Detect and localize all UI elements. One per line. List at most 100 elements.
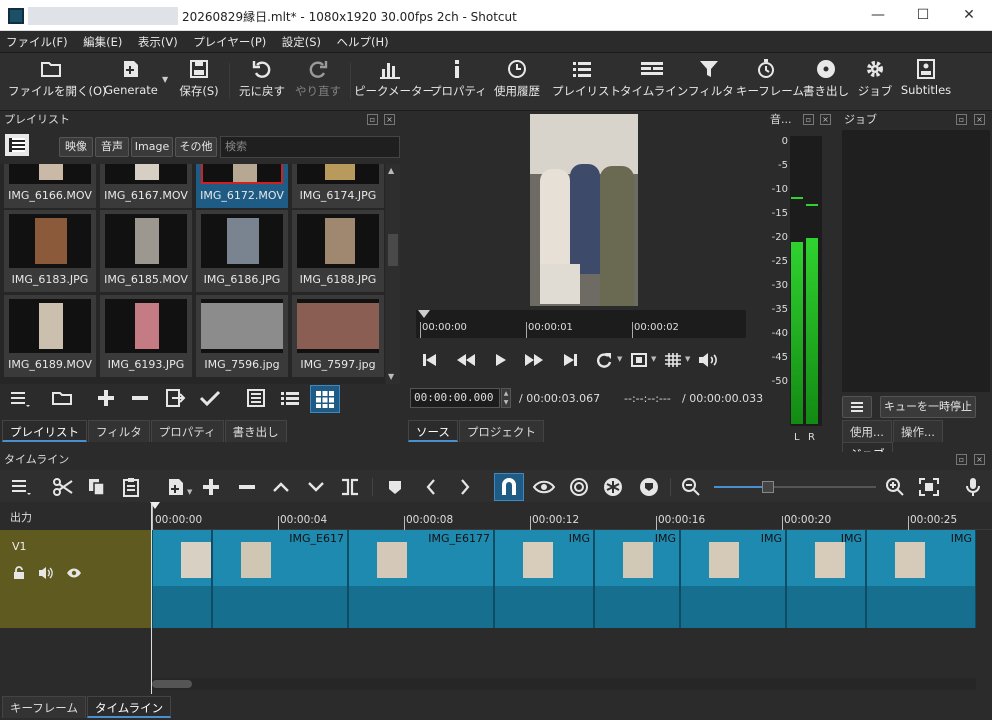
playlist-update-button[interactable] [198,388,222,412]
skip-previous-icon[interactable] [422,352,438,368]
scroll-up-icon[interactable]: ▲ [388,166,394,175]
playlist-add-button[interactable] [94,388,118,412]
marker-icon[interactable] [384,477,406,497]
float-panel-icon[interactable]: ▫ [956,454,967,465]
tab-filters[interactable]: フィルタ [88,420,150,442]
timecode-input[interactable]: 00:00:00.000 [410,388,500,408]
playlist-item[interactable]: IMG_6174.JPG [292,164,384,208]
timeline-clip[interactable]: IMG [680,530,786,628]
playlist-item[interactable]: IMG_6167.MOV [100,164,192,208]
export-button[interactable]: 書き出し [802,56,850,108]
float-panel-icon[interactable]: ▫ [367,114,378,125]
timeline-scrollbar-thumb[interactable] [152,680,192,688]
close-panel-icon[interactable]: × [384,114,395,125]
timeline-clip[interactable]: IMG_E617 [212,530,348,628]
playlist-scrollbar[interactable]: ▲ ▼ [386,164,400,384]
split-icon[interactable] [339,477,361,497]
playlist-item[interactable]: IMG_6166.MOV [4,164,96,208]
zoom-fit-icon[interactable] [630,352,648,368]
filters-button[interactable]: フィルタ [688,56,734,108]
playlist-remove-button[interactable] [128,388,152,412]
recent-button[interactable]: 使用履歴 [490,56,544,108]
next-marker-icon[interactable] [454,477,476,497]
lock-icon[interactable] [12,566,26,580]
generate-dropdown-icon[interactable]: ▼ [162,75,168,84]
float-panel-icon[interactable]: ▫ [803,114,814,125]
tab-export[interactable]: 書き出し [224,420,287,442]
zoom-out-icon[interactable] [680,477,702,497]
pause-queue-button[interactable]: キューを一時停止 [880,396,976,418]
fast-forward-icon[interactable] [524,352,544,368]
menu-file[interactable]: ファイル(F) [0,31,74,53]
timeline-menu-icon[interactable] [10,477,32,497]
list-view-button[interactable] [278,388,302,412]
timeline-clip[interactable]: IMG [594,530,680,628]
skip-next-icon[interactable] [562,352,578,368]
zoom-slider-handle[interactable] [762,481,774,493]
menu-settings[interactable]: 設定(S) [276,31,327,53]
ripple-markers-icon[interactable] [638,477,660,497]
playlist-item[interactable]: IMG_6186.JPG [196,210,288,292]
snap-button[interactable] [494,473,524,501]
close-panel-icon[interactable]: × [820,114,831,125]
playlist-menu-icon[interactable] [5,134,29,156]
filter-other-button[interactable]: その他 [175,137,217,157]
tab-timeline[interactable]: タイムライン [86,696,172,718]
minus-icon[interactable] [236,477,258,497]
menu-help[interactable]: ヘルプ(H) [331,31,395,53]
paste-icon[interactable] [120,477,142,497]
playlist-menu-button[interactable] [8,388,32,412]
close-panel-icon[interactable]: × [974,454,985,465]
properties-button[interactable]: プロパティ [430,56,487,108]
player-scrubber[interactable]: 00:00:00 00:00:01 00:00:02 [416,310,746,338]
subtitles-button[interactable]: Subtitles [898,56,954,108]
timeline-button[interactable]: タイムライン [620,56,688,108]
menu-view[interactable]: 表示(V) [132,31,184,53]
playlist-insert-button[interactable] [163,388,187,412]
loop-icon[interactable] [596,352,614,368]
icon-view-button[interactable] [310,385,340,413]
close-panel-icon[interactable]: × [974,114,985,125]
playlist-button[interactable]: プレイリスト [552,56,621,108]
playlist-item[interactable]: IMG_6189.MOV [4,295,96,377]
grid-icon[interactable] [664,352,682,368]
lift-icon[interactable] [270,477,292,497]
append-dropdown-icon[interactable]: ▼ [187,488,192,496]
menu-player[interactable]: プレイヤー(P) [187,31,272,53]
plus-icon[interactable] [200,477,222,497]
playlist-item[interactable]: IMG_6185.MOV [100,210,192,292]
microphone-icon[interactable] [962,477,984,497]
playlist-search-input[interactable]: 検索 [220,136,400,158]
scroll-down-icon[interactable]: ▼ [388,372,394,381]
close-button[interactable]: ✕ [946,0,992,31]
grid-dropdown-icon[interactable]: ▼ [685,355,690,363]
scrub-eye-icon[interactable] [533,477,555,497]
playlist-item[interactable]: IMG_7596.jpg [196,295,288,377]
menu-edit[interactable]: 編集(E) [77,31,128,53]
jobs-button[interactable]: ジョブ [856,56,894,108]
playlist-open-button[interactable] [50,388,74,412]
playhead-marker[interactable] [418,310,430,322]
rewind-icon[interactable] [456,352,476,368]
playlist-item[interactable]: IMG_7597.jpg [292,295,384,377]
zoom-slider[interactable] [714,481,876,493]
open-file-button[interactable]: ファイルを開く(O) [8,56,107,108]
scrollbar-thumb[interactable] [388,234,398,266]
generate-button[interactable]: Generate [102,56,160,108]
overwrite-icon[interactable] [305,477,327,497]
ripple-all-icon[interactable] [602,477,624,497]
timecode-spinner[interactable]: ▲ ▼ [501,388,511,408]
timeline-ruler[interactable]: 00:00:00 00:00:04 00:00:08 00:00:12 00:0… [150,502,992,530]
timeline-clip[interactable]: IMG [494,530,594,628]
copy-icon[interactable] [86,477,108,497]
jobs-menu-button[interactable] [842,396,872,418]
tab-keyframes[interactable]: キーフレーム [2,696,86,718]
tab-actions[interactable]: 操作... [892,420,943,442]
timeline-clip[interactable] [152,530,212,628]
timeline-scrollbar[interactable] [152,678,976,690]
mute-audio-icon[interactable] [38,566,54,580]
loop-dropdown-icon[interactable]: ▼ [617,355,622,363]
maximize-button[interactable]: ☐ [900,0,946,31]
redo-button[interactable]: やり直す [292,56,344,108]
hide-video-icon[interactable] [66,566,82,580]
